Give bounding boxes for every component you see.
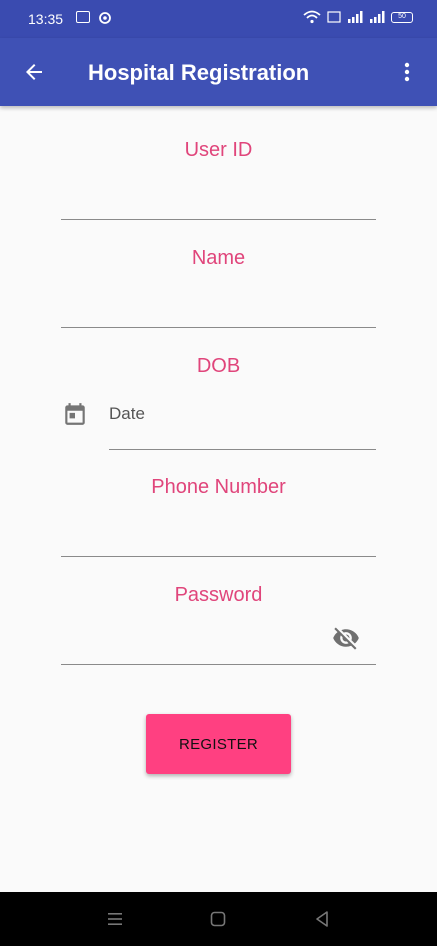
phone-number-field[interactable]	[61, 556, 376, 557]
user-id-label: User ID	[184, 139, 253, 161]
dob-label: DOB	[196, 355, 241, 377]
sync-icon	[99, 12, 111, 24]
user-id-field[interactable]	[61, 219, 376, 220]
page-title: Hospital Registration	[88, 60, 310, 85]
arrow-back-icon[interactable]	[22, 60, 46, 84]
date-field[interactable]: Date	[109, 404, 145, 424]
name-label: Name	[191, 247, 246, 269]
menu-icon[interactable]	[105, 909, 125, 929]
calendar-icon[interactable]	[62, 401, 88, 427]
volte-icon	[327, 11, 341, 23]
wifi-icon	[303, 10, 321, 24]
register-button[interactable]: REGISTER	[146, 714, 291, 774]
status-time: 13:35	[28, 11, 64, 27]
phone-number-label: Phone Number	[151, 476, 286, 498]
date-field-underline	[109, 449, 376, 450]
back-nav-icon[interactable]	[312, 909, 332, 929]
status-system-icons: 50	[303, 10, 413, 24]
password-label: Password	[174, 584, 263, 606]
signal-icon-2	[370, 11, 385, 23]
home-icon[interactable]	[208, 909, 228, 929]
notification-icon	[76, 11, 90, 23]
status-notification-icons	[76, 11, 112, 25]
visibility-off-icon[interactable]	[332, 624, 360, 652]
signal-icon	[348, 11, 363, 23]
status-bar: 13:35 50	[0, 0, 437, 38]
app-bar: Hospital Registration	[0, 38, 437, 106]
more-vert-icon[interactable]	[395, 60, 419, 84]
password-field[interactable]	[61, 664, 376, 665]
battery-icon: 50	[391, 11, 413, 23]
name-field[interactable]	[61, 327, 376, 328]
navigation-bar	[0, 892, 437, 946]
